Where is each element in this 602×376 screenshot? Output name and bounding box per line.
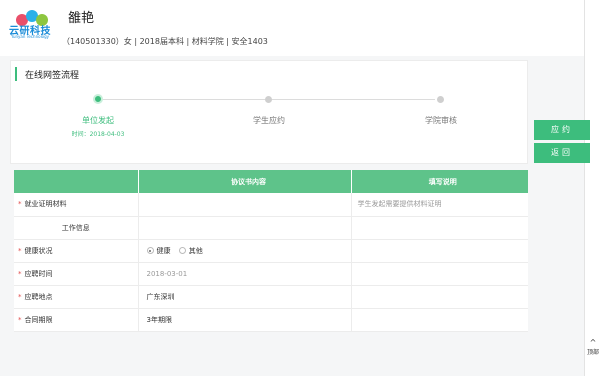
radio-option-healthy[interactable]: 健康 (146, 247, 171, 255)
required-mark: * (18, 292, 22, 301)
row-value: 3年期限 (138, 308, 352, 332)
logo-subtext: Yunyan Technology (10, 34, 50, 39)
required-mark: * (18, 269, 22, 278)
required-mark: * (18, 246, 22, 255)
step-time-1: 时间：2018-04-03 (71, 131, 125, 138)
row-value (138, 193, 352, 217)
table-row: * 合同期限 3年期限 (14, 308, 528, 332)
row-note (351, 308, 528, 332)
table-header-row: 协议书内容 填写说明 (14, 170, 528, 193)
row-value: 广东深圳 (138, 285, 352, 309)
process-steps: 单位发起 时间：2018-04-03 学生应约 学院审核 (11, 91, 529, 161)
header-field (14, 170, 139, 193)
user-info: （140501330）女 | 2018届本科 | 材料学院 | 安全1403 (62, 37, 268, 46)
required-mark: * (18, 315, 22, 324)
row-note (351, 262, 528, 286)
row-label: 就业证明材料 (24, 200, 67, 209)
back-to-top-label: 顶部 (586, 349, 599, 356)
header-instructions: 填写说明 (351, 170, 528, 193)
row-note (351, 216, 528, 240)
table-row: * 健康状况 健康 其他 (14, 239, 528, 263)
page-header: 云研科技 Yunyan Technology 雒艳 （140501330）女 |… (0, 0, 584, 56)
radio-option-other[interactable]: 其他 (178, 247, 203, 255)
table-row: * 就业证明材料 学生发起需要提供材料证明 (14, 193, 528, 217)
step-dot-1 (93, 94, 103, 104)
section-label: 工作信息 (14, 216, 139, 240)
row-note (351, 239, 528, 263)
row-note (351, 285, 528, 309)
row-note: 学生发起需要提供材料证明 (351, 193, 528, 217)
user-name: 雒艳 (68, 11, 95, 26)
table-row: * 应聘时间 2018-03-01 (14, 262, 528, 286)
step-dot-2 (265, 96, 272, 103)
required-mark: * (18, 200, 22, 209)
radio-checked-icon[interactable] (146, 247, 154, 254)
row-label: 健康状况 (24, 246, 53, 255)
right-gutter (584, 0, 602, 376)
back-to-top-button[interactable]: ^ 顶部 (584, 338, 602, 364)
health-radio-group: 健康 其他 (138, 239, 352, 263)
radio-unchecked-icon[interactable] (178, 247, 186, 254)
step-label-2: 学生应约 (253, 116, 285, 125)
header-content: 协议书内容 (138, 170, 352, 193)
agreement-table: 协议书内容 填写说明 * 就业证明材料 学生发起需要提供材料证明 工作信息 * 健康… (14, 170, 528, 332)
process-card: 在线网签流程 单位发起 时间：2018-04-03 学生应约 学院审核 (10, 60, 528, 164)
back-button[interactable]: 返回 (534, 143, 590, 163)
row-label: 应聘时间 (24, 269, 53, 278)
accept-button[interactable]: 应约 (534, 120, 590, 140)
step-label-3: 学院审核 (425, 116, 457, 125)
step-label-1: 单位发起 (82, 116, 114, 125)
row-value (138, 216, 352, 240)
chevron-up-icon: ^ (589, 338, 597, 347)
step-dot-3 (437, 96, 444, 103)
title-accent-bar (15, 67, 17, 81)
row-label: 合同期限 (24, 315, 53, 324)
process-title: 在线网签流程 (25, 71, 80, 81)
table-row: 工作信息 (14, 216, 528, 240)
table-row: * 应聘地点 广东深圳 (14, 285, 528, 309)
row-label: 应聘地点 (24, 292, 53, 301)
row-value: 2018-03-01 (138, 262, 352, 286)
